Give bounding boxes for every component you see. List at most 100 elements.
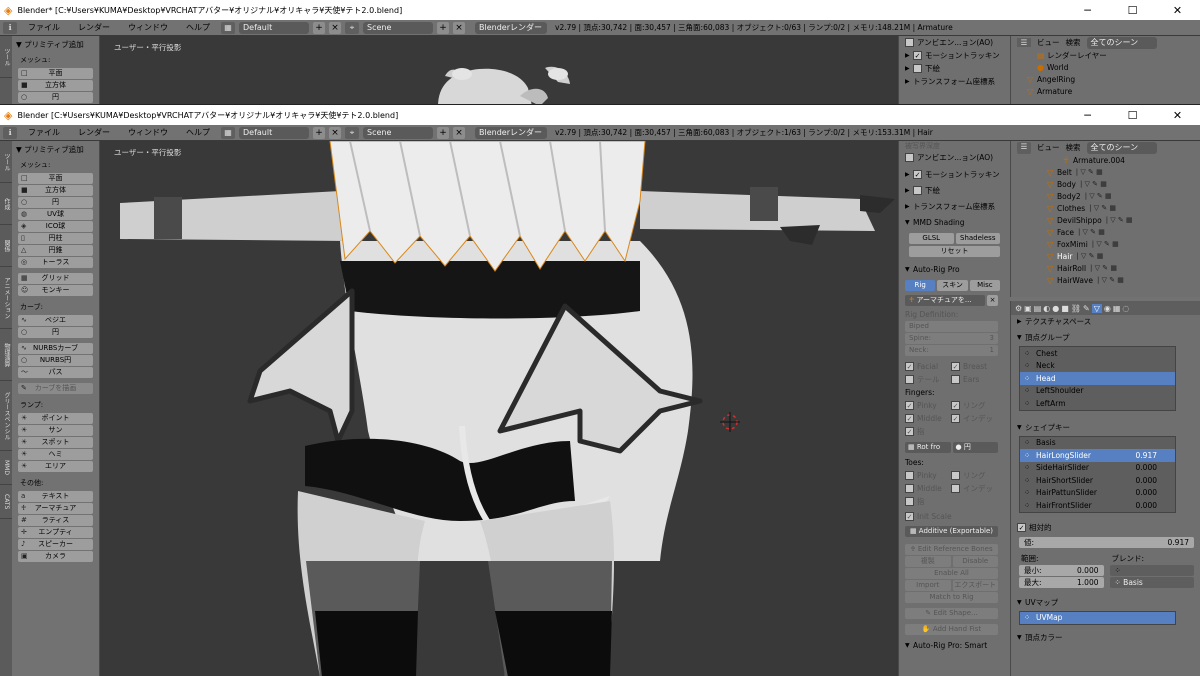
world-tab-icon[interactable]: ●: [1052, 304, 1059, 313]
shadeless-button[interactable]: Shadeless: [955, 233, 1000, 244]
toe-pinky-checkbox[interactable]: [905, 471, 914, 480]
slider-min-field[interactable]: 最小: 0.000: [1019, 564, 1104, 576]
outliner-row[interactable]: ▽ AngelRing: [1011, 73, 1200, 85]
tab-grease-pencil[interactable]: グリースペンシル: [0, 381, 12, 451]
menu-window[interactable]: ウィンドウ: [121, 127, 175, 138]
outliner-row[interactable]: ● World: [1011, 61, 1200, 73]
toe-thumb-checkbox[interactable]: [905, 497, 914, 506]
ao-row[interactable]: アンビエン...ョン(AO): [899, 151, 1010, 164]
enable-all-button[interactable]: Enable All: [905, 568, 998, 579]
outliner-row[interactable]: ♰ Armature.004: [1011, 154, 1200, 166]
add-cylinder-button[interactable]: ▯ 円柱: [18, 233, 93, 244]
menu-render[interactable]: レンダー: [71, 22, 117, 33]
list-item-selected[interactable]: ⁘ UVMap: [1020, 611, 1175, 624]
rot-from-select[interactable]: ▦ Rot fro: [905, 442, 951, 453]
glsl-button[interactable]: GLSL: [909, 233, 954, 244]
toe-middle-checkbox[interactable]: [905, 484, 914, 493]
scene-icon[interactable]: ⌖: [345, 21, 359, 34]
scene-icon[interactable]: ⌖: [345, 126, 359, 139]
primitive-header[interactable]: ▼ プリミティブ追加: [12, 36, 99, 53]
add-spot-lamp-button[interactable]: ☀ スポット: [18, 437, 93, 448]
tab-animation[interactable]: アニメーション: [0, 267, 12, 329]
toe-index-checkbox[interactable]: [951, 484, 960, 493]
facial-checkbox[interactable]: ✓: [905, 362, 914, 371]
close-icon[interactable]: ✕: [1155, 4, 1200, 17]
layout-icon[interactable]: ▦: [221, 126, 235, 139]
mmd-shading-header[interactable]: ▼ MMD Shading: [899, 216, 1010, 229]
list-item[interactable]: ⁘ Neck: [1020, 360, 1175, 373]
render-engine-select[interactable]: Blenderレンダー: [475, 126, 547, 139]
ao-checkbox[interactable]: [905, 38, 914, 47]
list-item[interactable]: ⁘ Basis: [1020, 437, 1175, 450]
transform-orient-row[interactable]: ▶ トランスフォーム座標系: [899, 75, 1010, 88]
close-icon[interactable]: ✕: [1155, 109, 1200, 122]
tab-rig[interactable]: Rig: [905, 280, 936, 291]
menu-render[interactable]: レンダー: [71, 127, 117, 138]
uv-maps-header[interactable]: ▼ UVマップ: [1011, 596, 1200, 609]
add-plane-button[interactable]: □ 平面: [18, 173, 93, 184]
transform-orient-row[interactable]: ▶ トランスフォーム座標系: [899, 200, 1010, 213]
layers-tab-icon[interactable]: ▤: [1034, 304, 1042, 313]
ears-checkbox[interactable]: [951, 375, 960, 384]
draw-curve-button[interactable]: ✎ カーブを描画: [18, 383, 93, 394]
armature-select[interactable]: ♰ アーマチュアを...: [905, 295, 985, 306]
menu-file[interactable]: ファイル: [21, 22, 67, 33]
add-scene-button[interactable]: +: [437, 126, 449, 139]
rig-type-select[interactable]: Biped: [905, 321, 998, 332]
texture-space-header[interactable]: ▶ テクスチャスペース: [1011, 315, 1200, 328]
layout-select[interactable]: Default: [239, 21, 309, 34]
tab-mmd[interactable]: MMD: [0, 451, 12, 485]
outliner-search-menu[interactable]: 検索: [1066, 142, 1081, 153]
autorig-smart-header[interactable]: ▼ Auto-Rig Pro: Smart: [899, 639, 1010, 652]
list-item[interactable]: ⁘ LeftShoulder: [1020, 385, 1175, 398]
export-button[interactable]: エクスポート: [952, 580, 998, 591]
add-circle-button[interactable]: ○ 円: [18, 92, 93, 103]
add-torus-button[interactable]: ◎ トーラス: [18, 257, 93, 268]
middle-checkbox[interactable]: ✓: [905, 414, 914, 423]
vertex-group-select[interactable]: ⁘: [1109, 564, 1194, 576]
material-tab-icon[interactable]: ◉: [1104, 304, 1111, 313]
list-item-selected[interactable]: ⁘ Head: [1020, 372, 1175, 385]
list-item[interactable]: ⁘ HairFrontSlider 0.000: [1020, 499, 1175, 512]
motion-tracking-row[interactable]: ▶ ✓ モーショントラッキン: [899, 168, 1010, 181]
import-button[interactable]: Import: [905, 580, 951, 591]
index-checkbox[interactable]: ✓: [951, 414, 960, 423]
add-empty-button[interactable]: ✛ エンプティ: [18, 527, 93, 538]
add-monkey-button[interactable]: ☺ モンキー: [18, 285, 93, 296]
add-armature-button[interactable]: ♰ アーマチュア: [18, 503, 93, 514]
edit-shape-button[interactable]: ✎ Edit Shape...: [905, 608, 998, 619]
breast-checkbox[interactable]: ✓: [951, 362, 960, 371]
scene-select[interactable]: Scene: [363, 126, 433, 139]
minimize-icon[interactable]: ─: [1065, 4, 1110, 17]
remove-layout-button[interactable]: ×: [329, 126, 341, 139]
thumb-checkbox[interactable]: ✓: [905, 427, 914, 436]
outliner-search-menu[interactable]: 検索: [1066, 37, 1081, 48]
add-plane-button[interactable]: □ 平面: [18, 68, 93, 79]
info-editor-icon[interactable]: ℹ: [3, 126, 17, 139]
add-speaker-button[interactable]: ♪ スピーカー: [18, 539, 93, 550]
add-ico-sphere-button[interactable]: ◈ ICO球: [18, 221, 93, 232]
tab-cats[interactable]: CATS: [0, 485, 12, 519]
add-nurbs-curve-button[interactable]: ∿ NURBSカーブ: [18, 343, 93, 354]
list-item[interactable]: ⁘ HairPattunSlider 0.000: [1020, 487, 1175, 500]
outliner-row[interactable]: ▽ HairRoll | ▽ ✎ ▦: [1011, 262, 1200, 274]
add-curve-circle-button[interactable]: ○ 円: [18, 327, 93, 338]
tab-tools[interactable]: ツール: [0, 141, 12, 183]
add-lattice-button[interactable]: # ラティス: [18, 515, 93, 526]
disable-button[interactable]: Disable: [952, 556, 998, 567]
bg-checkbox[interactable]: [913, 186, 922, 195]
relative-row[interactable]: ✓ 相対的: [1011, 521, 1200, 534]
copy-button[interactable]: 複製: [905, 556, 951, 567]
init-scale-row[interactable]: ✓ Init Scale: [899, 510, 1010, 523]
add-grid-button[interactable]: ▦ グリッド: [18, 273, 93, 284]
toe-ring-checkbox[interactable]: [951, 471, 960, 480]
outliner-row[interactable]: ▽ Armature: [1011, 85, 1200, 97]
tab-skin[interactable]: スキン: [937, 280, 968, 291]
match-to-rig-button[interactable]: Match to Rig: [905, 592, 998, 603]
modifiers-tab-icon[interactable]: ✎: [1083, 304, 1090, 313]
outliner-view-menu[interactable]: ビュー: [1037, 37, 1060, 48]
tab-misc[interactable]: Misc: [969, 280, 1000, 291]
list-item[interactable]: ⁘ HairShortSlider 0.000: [1020, 474, 1175, 487]
shape-value-field[interactable]: 値: 0.917: [1019, 536, 1194, 548]
ring-checkbox[interactable]: ✓: [951, 401, 960, 410]
